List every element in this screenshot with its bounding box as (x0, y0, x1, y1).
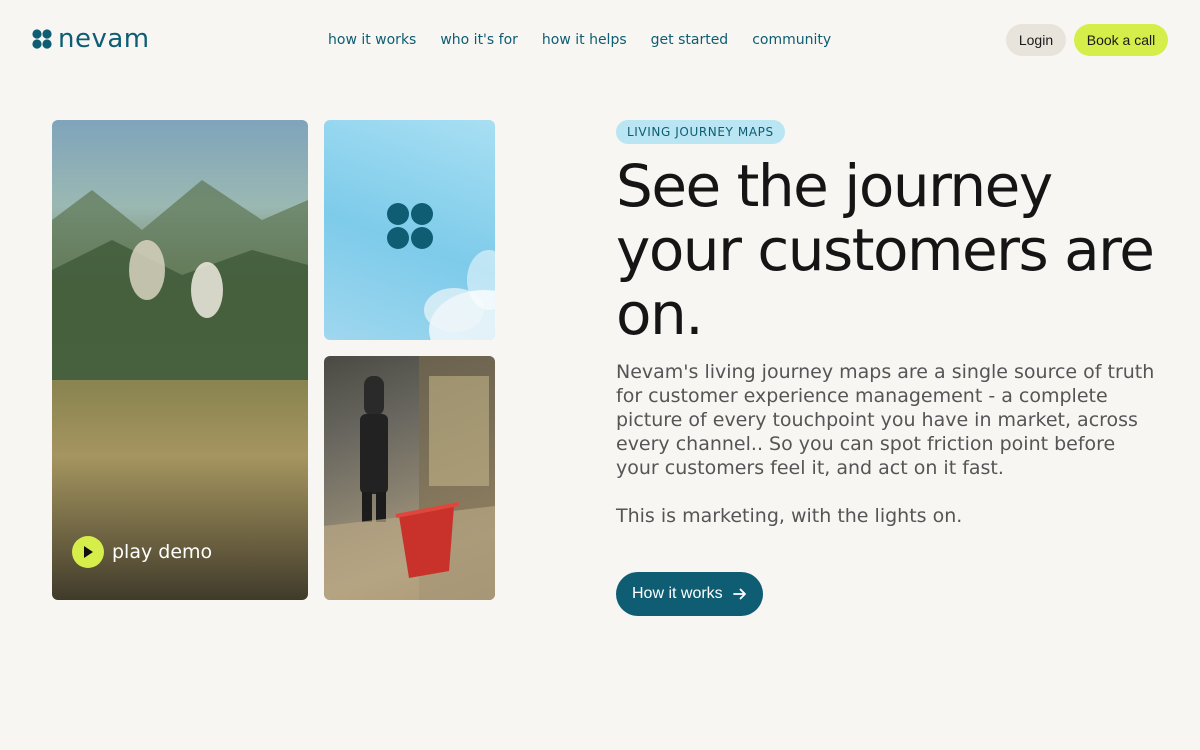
hero-headline: See the journey your customers are on. (616, 152, 1155, 348)
hero-photo-jumping-kids: play demo (52, 120, 308, 600)
nav-link-community[interactable]: community (752, 31, 831, 49)
play-icon (72, 536, 104, 568)
how-it-works-button[interactable]: How it works (616, 572, 763, 616)
street-scene (324, 356, 495, 600)
four-dots-logo-icon (387, 203, 433, 249)
nav-link-who-its-for[interactable]: who it's for (440, 31, 518, 49)
nav-link-get-started[interactable]: get started (651, 31, 729, 49)
main-nav: how it works who it's for how it helps g… (328, 31, 831, 49)
hero-tagline: This is marketing, with the lights on. (616, 505, 963, 527)
logo[interactable]: nevam (32, 26, 150, 52)
book-call-button[interactable]: Book a call (1074, 24, 1168, 56)
four-dots-logo-icon (32, 29, 52, 49)
hero-description: Nevam's living journey maps are a single… (616, 361, 1155, 479)
arrow-right-icon (732, 588, 746, 600)
mountain-illustration (52, 180, 308, 380)
street-photo-shopping-basket (324, 356, 495, 600)
nav-link-how-it-helps[interactable]: how it helps (542, 31, 627, 49)
landing-page: nevam how it works who it's for how it h… (0, 0, 1200, 750)
play-demo-label: play demo (112, 541, 213, 563)
play-demo-button[interactable]: play demo (72, 536, 212, 568)
how-it-works-label: How it works (632, 585, 723, 602)
eyebrow-badge: LIVING JOURNEY MAPS (616, 120, 785, 144)
logo-wordmark: nevam (58, 24, 150, 54)
sky-photo (324, 120, 495, 340)
login-button[interactable]: Login (1006, 24, 1066, 56)
nav-link-how-it-works[interactable]: how it works (328, 31, 416, 49)
